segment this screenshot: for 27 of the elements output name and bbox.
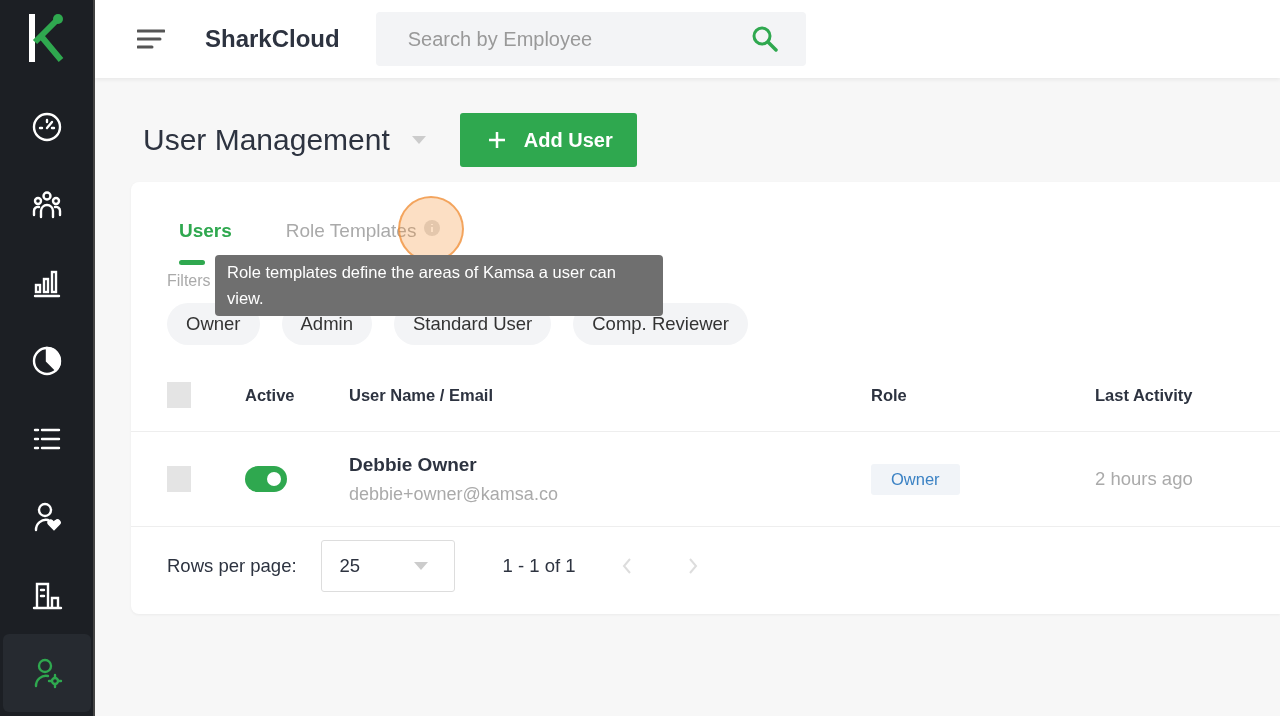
page-range: 1 - 1 of 1 [502,555,576,577]
people-icon[interactable] [30,189,63,221]
gauge-icon[interactable] [30,111,63,143]
user-name: Debbie Owner [349,453,478,476]
caret-icon [413,562,428,570]
role-tag: Owner [871,463,960,495]
menu-icon[interactable] [137,29,165,49]
rows-per-page-select[interactable]: 25 [320,540,455,592]
column-header[interactable]: User Name / Email [349,385,871,405]
app-name: SharkCloud [205,25,340,53]
search-field[interactable]: Search by Employee [375,12,806,66]
select-all-checkbox[interactable] [167,382,191,408]
rows-per-page-label: Rows per page: [167,555,297,577]
column-header[interactable]: Role [871,385,1095,405]
row-checkbox[interactable] [167,466,191,492]
page-title: User Management [143,123,390,157]
tooltip: Role templates define the areas of Kamsa a user can view. [215,255,663,316]
user-email: debbie+owner@kamsa.co [349,483,559,505]
column-header[interactable]: Last Activity [1095,385,1280,405]
filters-label: Filters [167,272,211,290]
pie-chart-icon[interactable] [30,345,63,377]
last-activity: 2 hours ago [1095,468,1194,490]
plus-icon [487,131,506,149]
search-icon[interactable] [751,26,778,52]
active-toggle[interactable] [245,466,287,492]
search-input[interactable]: Search by Employee [405,26,752,52]
column-header[interactable]: Active [245,385,349,405]
